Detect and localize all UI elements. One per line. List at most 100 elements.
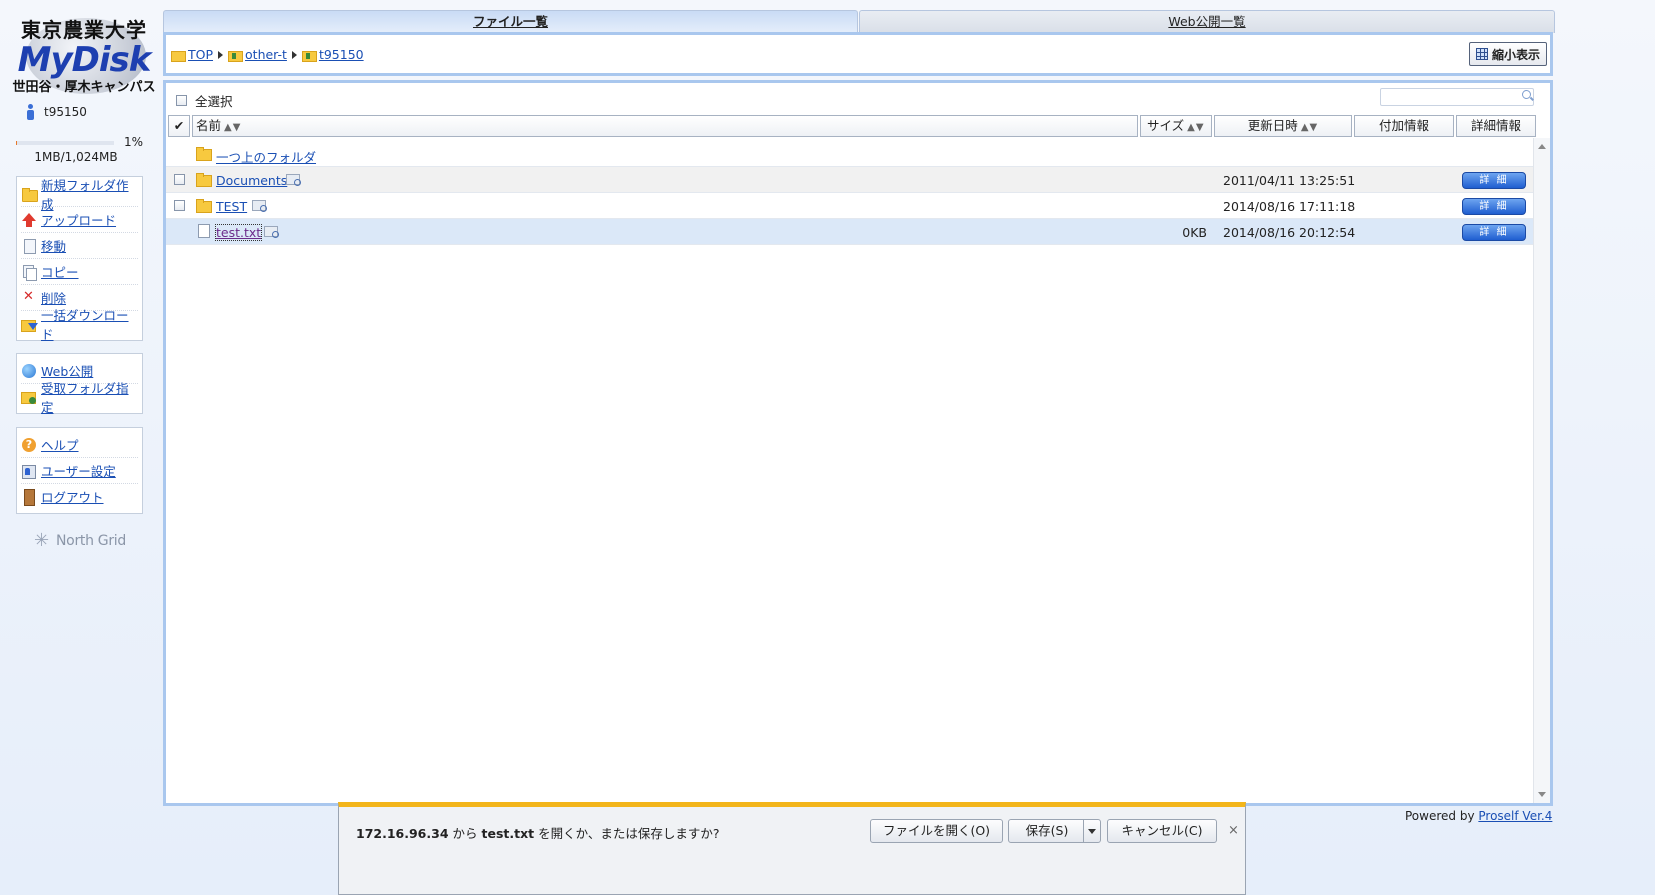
file-name-link[interactable]: TEST	[216, 199, 247, 214]
file-rows: 一つ上のフォルダ Documents 2011/04/11 13:25:51 詳…	[166, 141, 1536, 245]
detail-button[interactable]: 詳 細	[1462, 172, 1526, 189]
header-date[interactable]: 更新日時 ▲▼	[1214, 115, 1352, 137]
new-folder-action[interactable]: 新規フォルダ作成	[21, 178, 138, 212]
powered-by: Powered by Proself Ver.4	[1405, 809, 1552, 823]
tab-file-list-label[interactable]: ファイル一覧	[473, 14, 548, 29]
breadcrumb-arrow-icon	[218, 50, 224, 59]
row-checkbox[interactable]	[174, 174, 185, 185]
proself-link[interactable]: Proself Ver.4	[1478, 809, 1552, 823]
search-input[interactable]	[1380, 88, 1534, 106]
folder-icon	[196, 172, 212, 187]
receive-folder-action[interactable]: 受取フォルダ指定	[21, 381, 138, 415]
sort-icon[interactable]: ▲▼	[224, 122, 241, 133]
save-button[interactable]: 保存(S)	[1008, 819, 1101, 843]
preview-icon[interactable]	[264, 226, 279, 238]
logout-link[interactable]: ログアウト	[41, 487, 104, 506]
file-list-panel: 全選択 ✔ 名前 ▲▼ サイズ ▲▼ 更新日時 ▲▼ 付加情報 詳細情報 一つ上のフォ…	[163, 80, 1553, 806]
select-all-checkbox[interactable]	[176, 95, 187, 106]
usage-bar-fill	[16, 141, 17, 145]
north-grid-logo: North Grid	[34, 530, 126, 551]
download-question: を開くか、または保存しますか?	[534, 826, 720, 841]
breadcrumb: TOP other-t t95150	[171, 47, 364, 62]
breadcrumb-arrow-icon	[291, 50, 297, 59]
close-icon[interactable]: ×	[1228, 823, 1239, 838]
shared-folder-icon	[228, 49, 244, 62]
select-all-label: 全選択	[195, 94, 233, 109]
bulk-download-action[interactable]: 一括ダウンロード	[21, 308, 138, 342]
header-size-label: サイズ	[1147, 118, 1185, 133]
receive-folder-icon	[21, 389, 37, 405]
detail-button[interactable]: 詳 細	[1462, 224, 1526, 241]
header-size[interactable]: サイズ ▲▼	[1140, 115, 1212, 137]
usage-bar	[16, 141, 114, 145]
grid-icon	[1475, 48, 1488, 60]
upload-icon	[21, 212, 37, 228]
logout-action[interactable]: ログアウト	[21, 484, 138, 509]
sort-icon[interactable]: ▲▼	[1301, 122, 1318, 133]
north-grid-text: North Grid	[56, 533, 126, 549]
tab-web-list-label[interactable]: Web公開一覧	[1168, 14, 1245, 29]
header-name[interactable]: 名前 ▲▼	[192, 115, 1138, 137]
open-file-button[interactable]: ファイルを開く(O)	[870, 819, 1003, 843]
brand-name: MyDisk	[17, 40, 152, 80]
header-name-label: 名前	[196, 118, 222, 133]
upload-link[interactable]: アップロード	[41, 210, 116, 229]
tab-file-list[interactable]: ファイル一覧	[163, 10, 858, 33]
new-folder-icon	[21, 186, 38, 202]
download-file: test.txt	[481, 826, 535, 841]
help-link[interactable]: ヘルプ	[41, 435, 79, 454]
parent-folder-link[interactable]: 一つ上のフォルダ	[216, 147, 316, 166]
table-row[interactable]: test.txt 0KB 2014/08/16 20:12:54 詳 細	[166, 219, 1536, 245]
move-icon	[21, 238, 37, 254]
sort-icon[interactable]: ▲▼	[1187, 122, 1204, 133]
row-checkbox[interactable]	[174, 200, 185, 211]
save-options-dropdown-icon[interactable]	[1083, 820, 1100, 842]
copy-link[interactable]: コピー	[41, 262, 79, 281]
help-icon	[21, 437, 37, 453]
folder-icon	[171, 49, 186, 62]
copy-action[interactable]: コピー	[21, 259, 138, 285]
preview-icon[interactable]	[252, 200, 267, 212]
move-link[interactable]: 移動	[41, 236, 66, 255]
save-button-label[interactable]: 保存(S)	[1009, 820, 1085, 842]
thumbnail-view-button[interactable]: 縮小表示	[1468, 42, 1547, 66]
user-settings-link[interactable]: ユーザー設定	[41, 461, 116, 480]
receive-folder-link[interactable]: 受取フォルダ指定	[41, 378, 138, 416]
download-from: から	[448, 826, 482, 841]
header-date-label: 更新日時	[1247, 118, 1298, 133]
file-date: 2011/04/11 13:25:51	[1223, 173, 1356, 188]
bulk-download-icon	[21, 316, 38, 332]
table-row[interactable]: 一つ上のフォルダ	[166, 141, 1536, 167]
move-action[interactable]: 移動	[21, 233, 138, 259]
preview-icon[interactable]	[286, 174, 301, 186]
path-bar: TOP other-t t95150 縮小表示	[163, 32, 1553, 76]
scroll-down-icon[interactable]	[1538, 792, 1546, 797]
help-action[interactable]: ヘルプ	[21, 432, 138, 458]
new-folder-link[interactable]: 新規フォルダ作成	[41, 175, 138, 213]
folder-icon	[196, 198, 212, 213]
breadcrumb-other-t[interactable]: other-t	[245, 47, 287, 62]
header-check[interactable]: ✔	[168, 115, 190, 137]
vertical-scrollbar[interactable]	[1533, 138, 1550, 803]
breadcrumb-top[interactable]: TOP	[188, 47, 213, 62]
user-settings-action[interactable]: ユーザー設定	[21, 458, 138, 484]
folder-icon	[196, 146, 212, 161]
tab-web-list[interactable]: Web公開一覧	[859, 10, 1555, 33]
detail-button[interactable]: 詳 細	[1462, 198, 1526, 215]
powered-by-prefix: Powered by	[1405, 809, 1479, 823]
file-date: 2014/08/16 20:12:54	[1223, 225, 1356, 240]
table-row[interactable]: Documents 2011/04/11 13:25:51 詳 細	[166, 167, 1536, 193]
scroll-up-icon[interactable]	[1538, 144, 1546, 149]
user-name: t95150	[44, 105, 87, 119]
file-name-link[interactable]: test.txt	[214, 224, 263, 241]
bulk-download-link[interactable]: 一括ダウンロード	[41, 305, 138, 343]
select-all[interactable]: 全選択	[176, 91, 233, 110]
table-row[interactable]: TEST 2014/08/16 17:11:18 詳 細	[166, 193, 1536, 219]
file-name-link[interactable]: Documents	[216, 173, 287, 188]
table-header: ✔ 名前 ▲▼ サイズ ▲▼ 更新日時 ▲▼ 付加情報 詳細情報	[168, 115, 1536, 137]
cancel-button[interactable]: キャンセル(C)	[1107, 819, 1217, 843]
search-icon[interactable]	[1522, 90, 1531, 99]
logout-icon	[21, 488, 37, 506]
college-name: 東京農業大学	[21, 18, 147, 42]
breadcrumb-current[interactable]: t95150	[319, 47, 364, 62]
